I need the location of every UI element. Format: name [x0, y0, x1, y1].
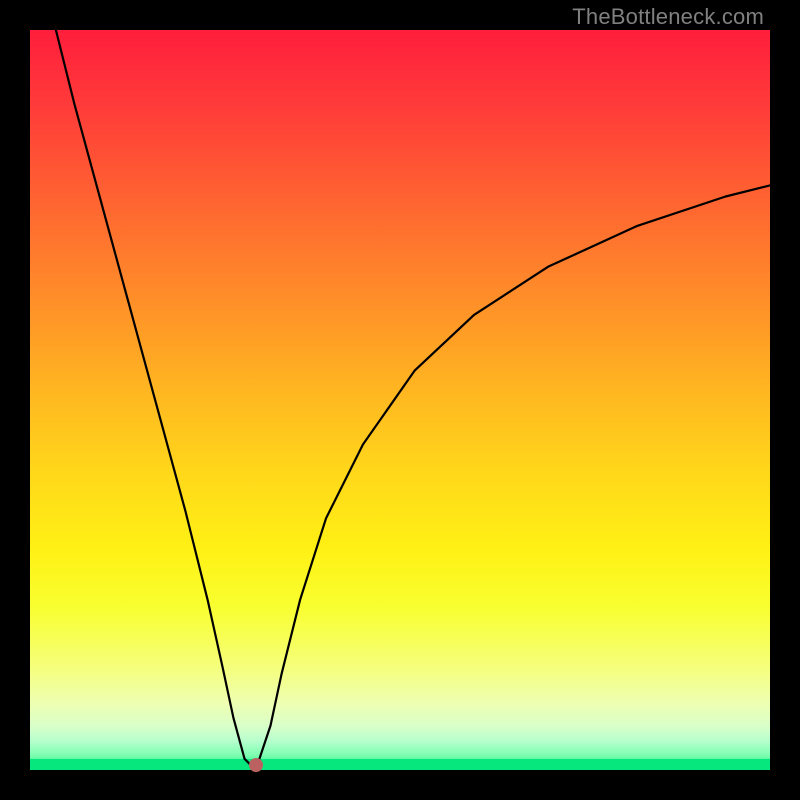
- optimal-point-marker: [249, 758, 263, 772]
- chart-frame: TheBottleneck.com: [0, 0, 800, 800]
- bottleneck-curve: [30, 30, 770, 770]
- watermark-text: TheBottleneck.com: [572, 4, 764, 30]
- plot-area: TheBottleneck.com: [30, 30, 770, 770]
